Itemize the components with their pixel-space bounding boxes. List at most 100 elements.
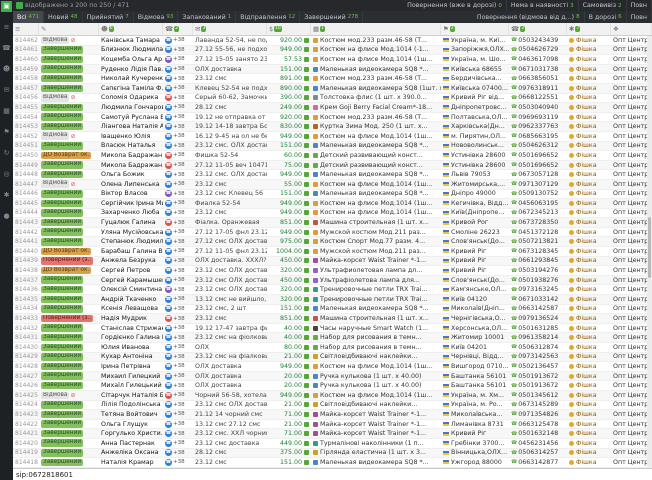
table-row[interactable]: 814428ЗавершенийІрина Петрівна☎+38ОЛХ до… [13,362,652,372]
column-header-pd[interactable]: ▦1 [311,23,441,35]
column-header-id[interactable]: ≡ [13,23,39,35]
table-row[interactable]: 814425Відмова⊘Сітарчук Наталія Б...☎+38Ч… [13,391,652,401]
table-row[interactable]: 814444ЗавершенийЗахарченко Люба☎+3823.12… [13,209,652,219]
phone-icon[interactable]: ☎ [165,152,172,159]
table-row[interactable]: 814440ДО Возврат ок.Барабаш Галина Ва...… [13,247,652,257]
phone-icon[interactable]: ☎ [165,277,172,284]
table-row[interactable]: 814423ЗавершенийТетяна Войтович☎+3821.12… [13,410,652,420]
table-row[interactable]: 814454ЗавершенийСамотуй Руслана В...☎+38… [13,113,652,123]
phone-icon[interactable]: ☎ [165,382,172,389]
table-row[interactable]: 814458ЗавершенийНиколай Кучеренко☎+3823.… [13,74,652,84]
phone-icon[interactable]: ☎ [165,325,172,332]
table-row[interactable]: 814431ЗавершенийГордієнко Галина В...☎+3… [13,333,652,343]
column-header-pr[interactable]: $16 [267,23,311,35]
table-row[interactable]: 814432ЗавершенийСтаніслав Стрижак☎+3819.… [13,324,652,334]
phone-cell[interactable]: ☎+38 [163,257,193,266]
phone-cell[interactable]: ☎+38 [163,209,193,218]
phone-icon[interactable]: ☎ [165,190,172,197]
table-row[interactable]: 814427ЗавершенийМихаил Гилецкий☎+38ОЛХ д… [13,372,652,382]
phone-icon[interactable]: ☎ [165,353,172,360]
phone-icon[interactable]: ☎ [165,401,172,408]
phone-icon[interactable]: ☎ [165,344,172,351]
phone-icon[interactable]: ☎ [165,449,172,456]
mail-icon[interactable]: ✉ [0,80,13,101]
target-icon[interactable]: ◎ [0,164,13,185]
phone-icon[interactable]: ☎ [165,133,172,140]
phone-icon[interactable]: ☎ [165,459,172,466]
phone-cell[interactable]: ☎+38 [163,314,193,323]
phone-cell[interactable]: ☎+38 [163,36,193,45]
table-row[interactable]: 814433Повернений (з..Надія Мудрик☎+3823.… [13,314,652,324]
column-header-ph[interactable]: ☎3 [509,23,567,35]
phone-icon[interactable]: ☎ [165,200,172,207]
phone-cell[interactable]: ☎+38 [163,190,193,199]
phone-icon[interactable]: ☎ [165,411,172,418]
phone-cell[interactable]: ☎+38 [163,180,193,189]
table-row[interactable]: 814453ЗавершенийЛіангова Наталія А...☎+3… [13,122,652,132]
table-row[interactable]: 814455ЗавершенийЛюдмила Гончарова☎+3828.… [13,103,652,113]
phone-cell[interactable]: ☎+38 [163,266,193,275]
table-row[interactable]: 814461ЗавершенийБлизнюк Людмила ...☎+382… [13,46,652,56]
phone-cell[interactable]: ☎+38 [163,228,193,237]
table-row[interactable]: 814445ЗавершенийСергійчик Ірина Ми...☎+3… [13,199,652,209]
phone-cell[interactable]: ☎+38 [163,276,193,285]
table-row[interactable]: 814459ЗавершенийРуденко Лідія Пав...☎+38… [13,65,652,75]
table-row[interactable]: 814449ЗавершенийМикола Бадражан☎+3827.12… [13,161,652,171]
table-row[interactable]: 814420ЗавершенийАнна Пастернак☎+3823.12 … [13,439,652,449]
phone-icon[interactable]: ☎ [165,181,172,188]
column-header-nm[interactable]: ☻6 [99,23,163,35]
table-row[interactable]: 814462Відмова⊘Канівська Тамара☎+38Лаванд… [13,36,652,46]
phone-cell[interactable]: ☎+38 [163,343,193,352]
phone-cell[interactable]: ☎+38 [163,353,193,362]
tab[interactable]: Новий48 [44,11,82,23]
phone-cell[interactable]: ☎+38 [163,55,193,64]
table-row[interactable]: 814435ЗавершенийАндрій Ткаченко☎+3813.12… [13,295,652,305]
vertical-scrollbar[interactable] [647,36,652,468]
column-header-cm[interactable]: ✉3 [193,23,267,35]
phone-cell[interactable]: ☎+38 [163,237,193,246]
phone-icon[interactable]: ☎ [165,209,172,216]
phone-icon[interactable]: ☎ [165,440,172,447]
app-logo[interactable]: ▣ [1,1,12,12]
phone-icon[interactable]: ☎ [165,142,172,149]
phone-cell[interactable]: ☎+38 [163,170,193,179]
phone-icon[interactable]: ☎ [165,94,172,101]
tab[interactable]: Прийнятий7 [83,11,134,23]
phone-icon[interactable]: ☎ [165,363,172,370]
table-row[interactable]: 814438ДО Возврат ок.Сергей Петров☎+3823.… [13,266,652,276]
column-header-vb[interactable]: ☎2 [163,23,193,35]
table-row[interactable]: 814436ЗавершенийОлексій Сминтина☎+3823.1… [13,285,652,295]
phone-cell[interactable]: ☎+38 [163,410,193,419]
tab[interactable]: Відправлення12 [236,11,300,23]
phone-cell[interactable]: ☎+38 [163,429,193,438]
column-header-rg[interactable]: ⚑2 [441,23,509,35]
phone-cell[interactable]: ☎+38 [163,132,193,141]
table-row[interactable]: 814434ЗавершенийКсенія Леващова☎+3823.12… [13,305,652,315]
phone-icon[interactable]: ☎ [165,315,172,322]
table-row[interactable]: 814450ДО Возврат ок.Микола Бадражан☎+38Ф… [13,151,652,161]
table-row[interactable]: 814443ЗавершенийГуцалюк Галина☎+38Фіалка… [13,218,652,228]
table-row[interactable]: 814424ЗавершенийЛілія Подолінська☎+3823.… [13,401,652,411]
phone-icon[interactable]: ☎ [165,171,172,178]
phone-cell[interactable]: ☎+38 [163,401,193,410]
phone-cell[interactable]: ☎+38 [163,74,193,83]
phone-cell[interactable]: ☎+38 [163,420,193,429]
menu-icon[interactable]: ≡ [0,17,13,38]
phone-cell[interactable]: ☎+38 [163,113,193,122]
refresh-icon[interactable]: ↻ [0,143,13,164]
phone-cell[interactable]: ☎+38 [163,46,193,55]
tab[interactable]: Відмова93 [134,11,179,23]
table-row[interactable]: 814429ЗавершенийКухар Антоніна☎+3823.12 … [13,353,652,363]
phone-cell[interactable]: ☎+38 [163,458,193,467]
phone-icon[interactable]: ☎ [165,267,172,274]
phone-icon[interactable]: ☎ [165,66,172,73]
tab[interactable]: Всі471 [13,11,44,23]
table-row[interactable]: 814430ЗавершенийЮлия Иванова☎+38ОЛХ80.00… [13,343,652,353]
phone-cell[interactable]: ☎+38 [163,247,193,256]
tab[interactable]: Повернення (вже в дорозі)0 [403,0,507,11]
tab[interactable]: Запакований1 [178,11,236,23]
table-row[interactable]: 814442ЗавершенийУляна Мусійовська☎+3827.… [13,228,652,238]
table-row[interactable]: 814441ЗавершенийСтепанюк Людмила...☎+382… [13,237,652,247]
phone-cell[interactable]: ☎+38 [163,151,193,160]
phone-cell[interactable]: ☎+38 [163,372,193,381]
